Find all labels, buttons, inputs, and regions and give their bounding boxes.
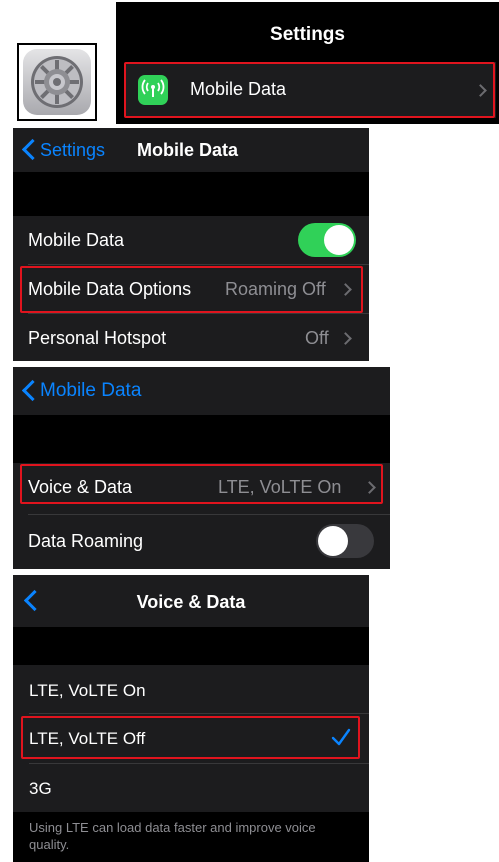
section-gap [13,415,390,463]
settings-app-icon-frame [17,43,97,121]
highlight-box [21,716,360,759]
highlight-box [124,62,495,118]
row-label: Mobile Data [28,230,125,250]
mobile-data-toggle[interactable] [298,223,356,257]
option-label: 3G [29,779,52,798]
nav-bar: Mobile Data [13,367,390,415]
row-value: Off [305,328,329,348]
row-data-roaming: Data Roaming [13,515,390,569]
panel-mobile-data: Settings Mobile Data Mobile Data Mobile … [13,128,369,361]
row-label: Personal Hotspot [28,328,167,348]
highlight-box [20,464,383,504]
panel-voice-data: Voice & Data LTE, VoLTE On LTE, VoLTE Of… [13,575,369,862]
option-3g[interactable]: 3G [13,764,369,812]
page-title: Mobile Data [137,140,239,160]
footer-note: Using LTE can load data faster and impro… [29,820,316,852]
toggle-knob [324,225,354,255]
section-gap [13,172,369,216]
back-button[interactable]: Mobile Data [13,367,163,415]
toggle-knob [318,526,348,556]
page-title: Voice & Data [136,592,246,612]
gear-icon[interactable] [23,49,91,115]
panel-settings: Settings Mobile Data [116,2,499,124]
row-personal-hotspot[interactable]: Personal Hotspot Off [13,314,369,361]
back-label: Mobile Data [40,380,142,401]
back-button[interactable]: Settings [13,128,123,172]
highlight-box [20,266,363,313]
nav-bar: Settings Mobile Data [13,128,369,172]
data-roaming-toggle[interactable] [316,524,374,558]
option-label: LTE, VoLTE On [29,681,146,700]
chevron-right-icon [339,332,352,345]
section-gap [13,627,369,665]
panel-mobile-data-options: Mobile Data Voice & Data LTE, VoLTE On D… [13,367,390,569]
page-title: Settings [270,24,345,45]
option-lte-volte-on[interactable]: LTE, VoLTE On [13,665,369,713]
row-mobile-data: Mobile Data [13,216,369,264]
row-label: Data Roaming [28,531,144,551]
back-label: Settings [40,140,106,160]
nav-bar: Voice & Data [13,575,369,627]
